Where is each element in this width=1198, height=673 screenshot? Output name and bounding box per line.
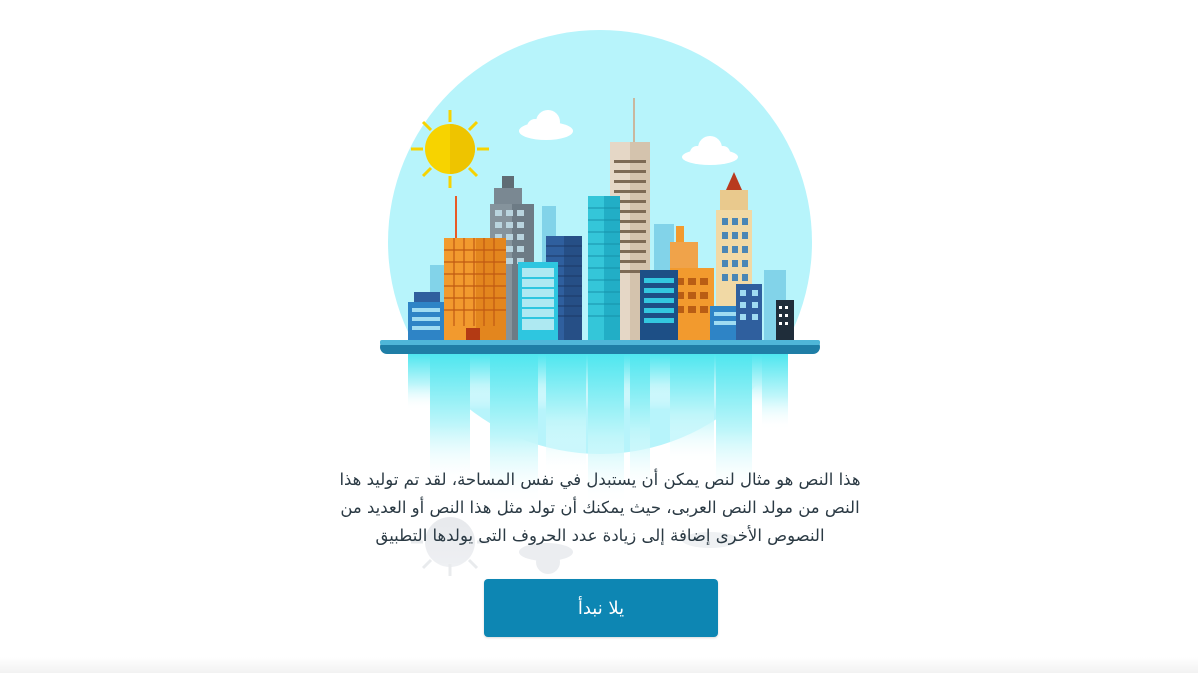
start-button[interactable]: يلا نبدأ — [484, 579, 718, 637]
description-line: النص من مولد النص العربى، حيث يمكنك أن ت… — [340, 498, 860, 517]
description-line: النصوص الأخرى إضافة إلى زيادة عدد الحروف… — [375, 526, 825, 545]
bottom-edge — [0, 657, 1198, 673]
onboarding-description: هذا النص هو مثال لنص يمكن أن يستبدل في ن… — [320, 466, 880, 550]
description-line: هذا النص هو مثال لنص يمكن أن يستبدل في ن… — [339, 470, 861, 489]
